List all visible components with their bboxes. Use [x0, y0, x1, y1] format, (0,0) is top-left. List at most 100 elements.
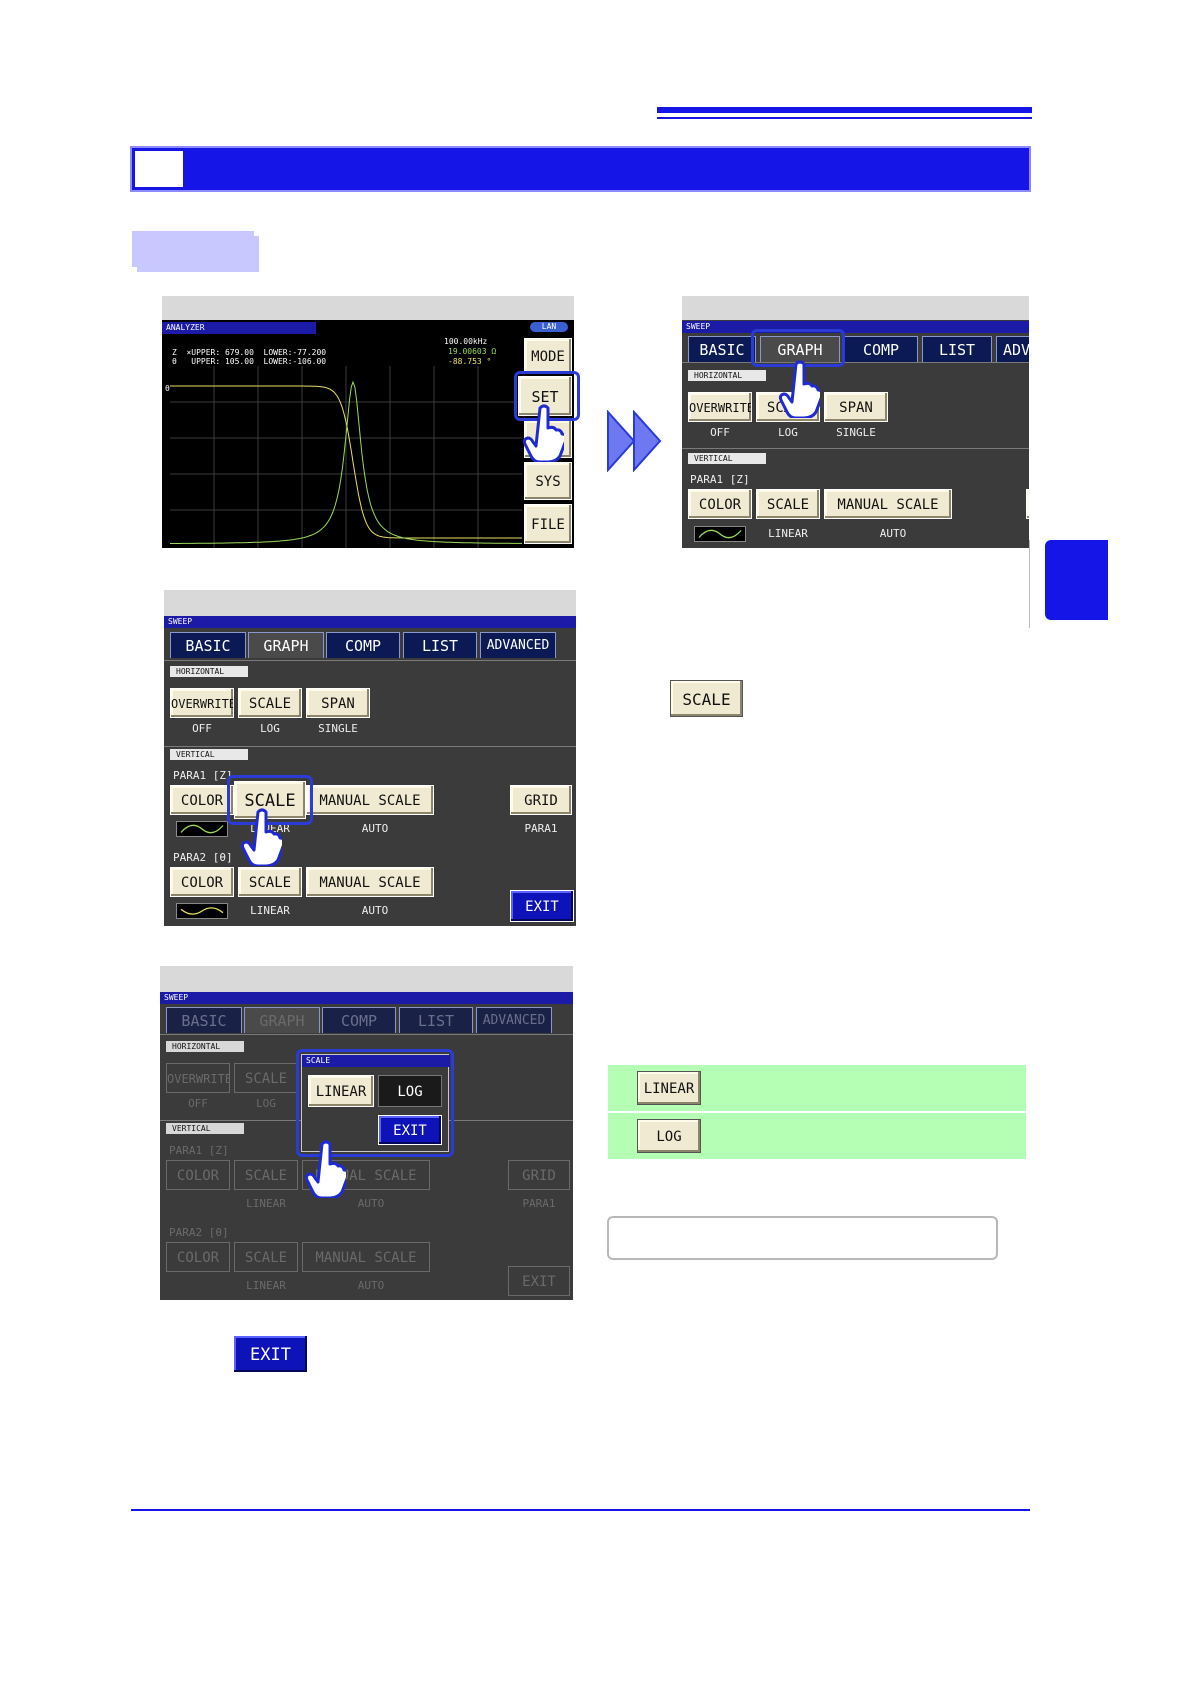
- para1-label: PARA1 [Z]: [690, 473, 750, 486]
- tab-list[interactable]: LIST: [403, 632, 477, 658]
- exit-button[interactable]: EXIT: [510, 890, 574, 922]
- log-key-reference: LOG: [637, 1119, 701, 1153]
- sweep-title: SWEEP: [164, 616, 576, 628]
- para1-manual-scale-button[interactable]: MANUAL SCALE: [306, 785, 434, 815]
- next-step-arrow-icon: [607, 410, 662, 472]
- exit-key-reference: EXIT: [233, 1335, 308, 1373]
- grid-button-partial[interactable]: [1026, 489, 1029, 519]
- grid-value: PARA1: [524, 822, 558, 835]
- para2-label: PARA2 [θ]: [173, 851, 233, 864]
- tab-graph[interactable]: GRAPH: [248, 632, 324, 658]
- para2-color-swatch: [176, 903, 228, 919]
- para1-scale-value: LINEAR: [246, 1197, 286, 1210]
- screen3-frame-top: [164, 590, 576, 616]
- para2-scale-value: LINEAR: [246, 1279, 286, 1292]
- para2-scale-button[interactable]: SCALE: [234, 1242, 298, 1272]
- tab-basic[interactable]: BASIC: [166, 1007, 242, 1033]
- tab-underline: [682, 362, 1029, 363]
- exit-button[interactable]: EXIT: [508, 1266, 570, 1296]
- overwrite-button[interactable]: OVERWRITE: [688, 392, 752, 422]
- span-value: SINGLE: [836, 426, 876, 439]
- scale-value: LOG: [256, 1097, 276, 1110]
- para2-scale-button[interactable]: SCALE: [238, 867, 302, 897]
- scale-button[interactable]: SCALE: [234, 1063, 298, 1093]
- color-button[interactable]: COLOR: [688, 489, 752, 519]
- sweep-title: SWEEP: [160, 992, 573, 1004]
- para1-label: PARA1 [Z]: [169, 1144, 229, 1157]
- overwrite-button[interactable]: OVERWRITE: [170, 688, 234, 718]
- analyzer-plot: [170, 366, 522, 548]
- scale-button-para1[interactable]: SCALE: [756, 489, 820, 519]
- option-row-log: LOG: [608, 1113, 1026, 1159]
- trace-color-swatch: [694, 526, 746, 542]
- tab-comp[interactable]: COMP: [326, 632, 400, 658]
- hand-pointer-icon: [304, 1140, 346, 1198]
- z-readout: 19.00603 Ω: [448, 347, 497, 356]
- scale-value: LOG: [778, 426, 798, 439]
- screen1-frame-top: [162, 296, 574, 320]
- analyzer-title: ANALYZER: [162, 322, 316, 334]
- sweep-screen-3: SWEEP BASIC GRAPH COMP LIST ADVANCED HOR…: [164, 616, 576, 926]
- sys-key[interactable]: SYS: [524, 462, 572, 500]
- para1-manual-value: AUTO: [879, 527, 907, 540]
- horizontal-section: HORIZONTAL: [166, 1041, 244, 1052]
- para2-manual-scale-button[interactable]: MANUAL SCALE: [306, 867, 434, 897]
- lan-badge: LAN: [530, 322, 568, 332]
- note-box: [607, 1216, 998, 1260]
- scale-key-reference: SCALE: [670, 680, 743, 717]
- tab-comp[interactable]: COMP: [322, 1007, 396, 1033]
- tab-advanced[interactable]: ADVANCED: [480, 632, 556, 658]
- span-button[interactable]: SPAN: [306, 688, 370, 718]
- span-button[interactable]: SPAN: [824, 392, 888, 422]
- para2-color-button[interactable]: COLOR: [166, 1242, 230, 1272]
- linear-key-reference: LINEAR: [637, 1071, 701, 1105]
- section-title-bar: [130, 146, 1031, 192]
- para2-manual-scale-button[interactable]: MANUAL SCALE: [302, 1242, 430, 1272]
- plot-grid: [170, 366, 522, 548]
- para2-manual-value: AUTO: [357, 1279, 385, 1292]
- para1-color-swatch: [176, 821, 228, 837]
- overwrite-button[interactable]: OVERWRITE: [166, 1063, 230, 1093]
- horizontal-section: HORIZONTAL: [170, 666, 248, 677]
- procedure-label: [132, 231, 254, 267]
- para1-scale-button[interactable]: SCALE: [234, 1160, 298, 1190]
- para1-manual-value: AUTO: [357, 1197, 385, 1210]
- overwrite-value: OFF: [710, 426, 730, 439]
- para1-color-button[interactable]: COLOR: [170, 785, 234, 815]
- tab-list[interactable]: LIST: [399, 1007, 473, 1033]
- overwrite-value: OFF: [192, 722, 212, 735]
- side-divider: [1029, 540, 1030, 628]
- screen2-frame-top: [682, 296, 1029, 320]
- para2-color-button[interactable]: COLOR: [170, 867, 234, 897]
- section-divider: [682, 448, 1029, 449]
- grid-button[interactable]: GRID: [510, 785, 572, 815]
- tab-advanced[interactable]: ADVANCED: [476, 1007, 552, 1033]
- section-divider: [164, 746, 576, 747]
- tab-basic[interactable]: BASIC: [170, 632, 246, 658]
- file-key[interactable]: FILE: [524, 504, 572, 544]
- para1-color-button[interactable]: COLOR: [166, 1160, 230, 1190]
- hand-pointer-icon: [778, 360, 820, 418]
- span-value: SINGLE: [318, 722, 358, 735]
- tab-basic[interactable]: BASIC: [688, 336, 756, 362]
- mode-key[interactable]: MODE: [524, 338, 572, 374]
- header-rule-thin: [657, 117, 1032, 119]
- tab-advanced[interactable]: ADV: [996, 336, 1029, 362]
- tab-list[interactable]: LIST: [922, 336, 992, 362]
- section-number-box: [135, 151, 183, 187]
- manual-scale-button[interactable]: MANUAL SCALE: [824, 489, 952, 519]
- vertical-section: VERTICAL: [170, 749, 248, 760]
- grid-button[interactable]: GRID: [508, 1160, 570, 1190]
- scale-value: LOG: [260, 722, 280, 735]
- tab-underline: [160, 1034, 573, 1035]
- scale-button[interactable]: SCALE: [238, 688, 302, 718]
- tab-comp[interactable]: COMP: [844, 336, 918, 362]
- grid-value: PARA1: [522, 1197, 556, 1210]
- sweep-screen-2: SWEEP BASIC GRAPH COMP LIST ADV HORIZONT…: [682, 320, 1029, 548]
- tab-graph[interactable]: GRAPH: [244, 1007, 320, 1033]
- option-row-linear: LINEAR: [608, 1065, 1026, 1111]
- para2-manual-value: AUTO: [361, 904, 389, 917]
- analyzer-screen: ANALYZER LAN Z ×UPPER: 679.00 LOWER:-77.…: [162, 320, 574, 548]
- overwrite-value: OFF: [188, 1097, 208, 1110]
- para2-scale-value: LINEAR: [250, 904, 290, 917]
